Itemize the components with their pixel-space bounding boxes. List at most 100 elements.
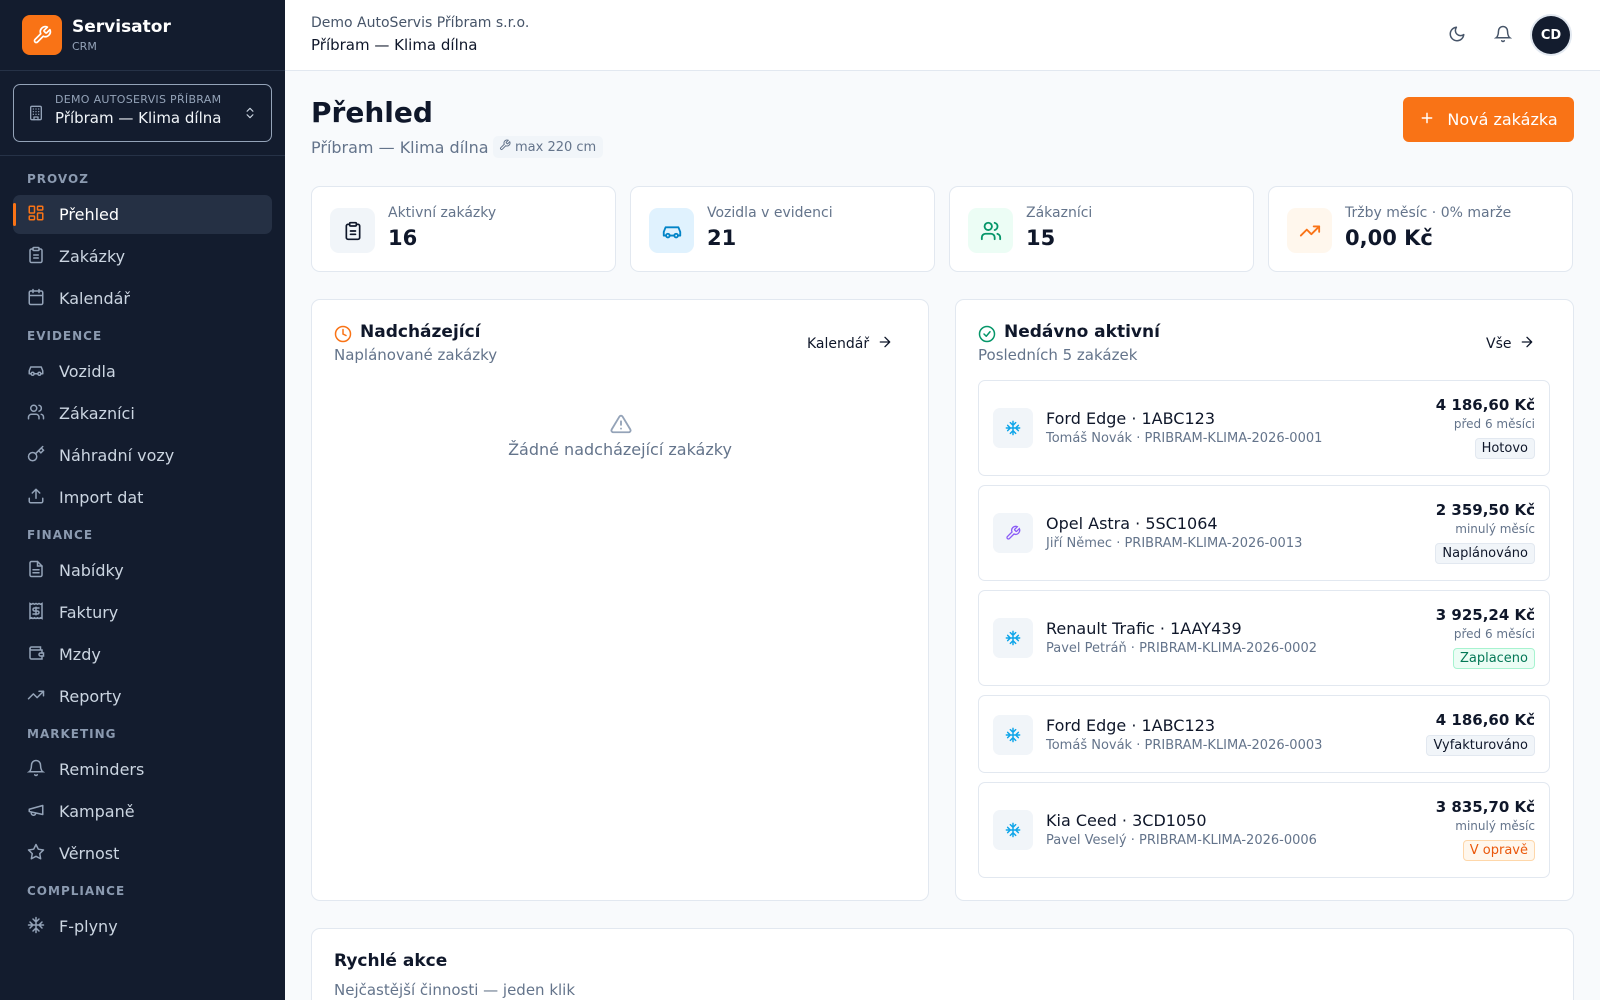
job-time: minulý měsíc bbox=[1455, 819, 1535, 833]
status-badge: Naplánováno bbox=[1435, 543, 1535, 564]
stat-label: Tržby měsíc · 0% marže bbox=[1345, 205, 1512, 221]
current-location: Příbram — Klima dílna bbox=[311, 36, 478, 54]
sidebar-item-kampane[interactable]: Kampaně bbox=[13, 792, 272, 831]
topbar: Demo AutoServis Příbram s.r.o. Příbram —… bbox=[285, 0, 1600, 71]
sidebar-item-label: Náhradní vozy bbox=[59, 446, 175, 465]
sidebar-item-label: Reminders bbox=[59, 760, 145, 779]
sidebar-item-mzdy[interactable]: Mzdy bbox=[13, 635, 272, 674]
panel-subtitle: Posledních 5 zakázek bbox=[978, 346, 1138, 364]
key-icon bbox=[27, 445, 45, 467]
sidebar-item-label: Zakázky bbox=[59, 247, 126, 266]
panel-subtitle: Nejčastější činnosti — jeden klik bbox=[334, 981, 576, 999]
sidebar-item-label: Věrnost bbox=[59, 844, 120, 863]
megaphone-icon bbox=[27, 801, 45, 823]
sidebar-item-faktury[interactable]: Faktury bbox=[13, 593, 272, 632]
sidebar-item-nahradni-vozy[interactable]: Náhradní vozy bbox=[13, 436, 272, 475]
stat-value: 16 bbox=[388, 226, 418, 250]
view-all-link[interactable]: Vše bbox=[1486, 334, 1535, 354]
stat-card-vehicles[interactable]: Vozidla v evidenci 21 bbox=[630, 186, 935, 272]
sidebar-item-vernost[interactable]: Věrnost bbox=[13, 834, 272, 873]
wallet-icon bbox=[27, 644, 45, 666]
job-card[interactable]: Opel Astra · 5SC1064 Jiří Němec · PRIBRA… bbox=[978, 485, 1550, 581]
notifications-bell-icon[interactable] bbox=[1493, 25, 1513, 47]
sidebar-item-label: Faktury bbox=[59, 603, 119, 622]
building-icon bbox=[28, 105, 44, 125]
theme-toggle-moon-icon[interactable] bbox=[1448, 25, 1466, 47]
users-icon bbox=[968, 208, 1013, 253]
sidebar-item-label: Reporty bbox=[59, 687, 122, 706]
sidebar-item-zakaznici[interactable]: Zákazníci bbox=[13, 394, 272, 433]
tenant-switcher[interactable]: DEMO AUTOSERVIS PŘÍBRAM Příbram — Klima … bbox=[13, 84, 272, 142]
link-label: Vše bbox=[1486, 336, 1512, 352]
job-card[interactable]: Ford Edge · 1ABC123 Tomáš Novák · PRIBRA… bbox=[978, 380, 1550, 476]
sidebar-item-kalendar[interactable]: Kalendář bbox=[13, 279, 272, 318]
empty-state-text: Žádné nadcházející zakázky bbox=[508, 440, 732, 459]
sidebar-item-prehled[interactable]: Přehled bbox=[13, 195, 272, 234]
stat-value: 0,00 Kč bbox=[1345, 226, 1433, 250]
nav-section-evidence: EVIDENCE bbox=[27, 329, 103, 343]
job-vehicle: Opel Astra · 5SC1064 bbox=[1046, 514, 1218, 533]
sidebar-item-f-plyny[interactable]: F-plyny bbox=[13, 907, 272, 946]
job-customer: Pavel Veselý · PRIBRAM-KLIMA-2026-0006 bbox=[1046, 833, 1317, 848]
arrow-right-icon bbox=[877, 334, 893, 354]
sidebar-item-label: Nabídky bbox=[59, 561, 124, 580]
sidebar: Servisator CRM DEMO AUTOSERVIS PŘÍBRAM P… bbox=[0, 0, 285, 1000]
trending-up-icon bbox=[1287, 208, 1332, 253]
sidebar-item-label: Kampaně bbox=[59, 802, 135, 821]
job-price: 3 835,70 Kč bbox=[1435, 798, 1535, 816]
panel-title: Nadcházející bbox=[360, 322, 481, 342]
page-subtitle: Příbram — Klima dílna bbox=[311, 138, 489, 157]
sidebar-item-label: F-plyny bbox=[59, 917, 118, 936]
nav-section-compliance: COMPLIANCE bbox=[27, 884, 126, 898]
nav-section-finance: FINANCE bbox=[27, 528, 94, 542]
users-icon bbox=[27, 403, 45, 425]
job-customer: Tomáš Novák · PRIBRAM-KLIMA-2026-0003 bbox=[1046, 738, 1323, 753]
file-text-icon bbox=[27, 560, 45, 582]
car-icon bbox=[27, 361, 45, 383]
stat-card-active-orders[interactable]: Aktivní zakázky 16 bbox=[311, 186, 616, 272]
job-card[interactable]: Renault Trafic · 1AAY439 Pavel Petráň · … bbox=[978, 590, 1550, 686]
job-vehicle: Kia Ceed · 3CD1050 bbox=[1046, 811, 1207, 830]
panel-title: Nedávno aktivní bbox=[1004, 322, 1160, 342]
job-card[interactable]: Kia Ceed · 3CD1050 Pavel Veselý · PRIBRA… bbox=[978, 782, 1550, 878]
job-card[interactable]: Ford Edge · 1ABC123 Tomáš Novák · PRIBRA… bbox=[978, 695, 1550, 773]
badge-label: max 220 cm bbox=[515, 139, 597, 155]
nav-section-marketing: MARKETING bbox=[27, 727, 117, 741]
clipboard-icon bbox=[27, 246, 45, 268]
job-time: minulý měsíc bbox=[1455, 522, 1535, 536]
sidebar-item-reporty[interactable]: Reporty bbox=[13, 677, 272, 716]
brand[interactable]: Servisator CRM bbox=[0, 0, 285, 71]
status-badge: Vyfakturováno bbox=[1426, 735, 1535, 756]
sidebar-item-label: Zákazníci bbox=[59, 404, 135, 423]
upload-icon bbox=[27, 487, 45, 509]
user-avatar[interactable]: CD bbox=[1532, 16, 1570, 54]
sidebar-divider bbox=[0, 155, 285, 156]
stat-label: Vozidla v evidenci bbox=[707, 205, 833, 221]
sidebar-item-reminders[interactable]: Reminders bbox=[13, 750, 272, 789]
sidebar-item-zakazky[interactable]: Zakázky bbox=[13, 237, 272, 276]
snowflake-icon bbox=[993, 810, 1033, 850]
dashboard-icon bbox=[27, 204, 45, 226]
receipt-icon bbox=[27, 601, 45, 624]
sidebar-item-label: Vozidla bbox=[59, 362, 116, 381]
arrow-right-icon bbox=[1519, 334, 1535, 354]
stat-card-customers[interactable]: Zákazníci 15 bbox=[949, 186, 1254, 272]
new-order-button[interactable]: Nová zakázka bbox=[1403, 97, 1574, 142]
car-icon bbox=[649, 208, 694, 253]
height-limit-badge: max 220 cm bbox=[493, 136, 604, 158]
sidebar-item-import[interactable]: Import dat bbox=[13, 478, 272, 517]
calendar-link[interactable]: Kalendář bbox=[807, 334, 893, 354]
sidebar-item-label: Mzdy bbox=[59, 645, 101, 664]
sidebar-item-nabidky[interactable]: Nabídky bbox=[13, 551, 272, 590]
stat-card-revenue[interactable]: Tržby měsíc · 0% marže 0,00 Kč bbox=[1268, 186, 1573, 272]
job-customer: Tomáš Novák · PRIBRAM-KLIMA-2026-0001 bbox=[1046, 431, 1323, 446]
wrench-logo-icon bbox=[22, 15, 62, 55]
stat-value: 15 bbox=[1026, 226, 1056, 250]
job-price: 4 186,60 Kč bbox=[1435, 711, 1535, 729]
sidebar-item-label: Kalendář bbox=[59, 289, 130, 308]
sidebar-item-label: Přehled bbox=[59, 205, 120, 224]
snowflake-icon bbox=[993, 408, 1033, 448]
nav-section-provoz: PROVOZ bbox=[27, 172, 89, 186]
alert-triangle-icon bbox=[610, 413, 632, 439]
sidebar-item-vozidla[interactable]: Vozidla bbox=[13, 352, 272, 391]
